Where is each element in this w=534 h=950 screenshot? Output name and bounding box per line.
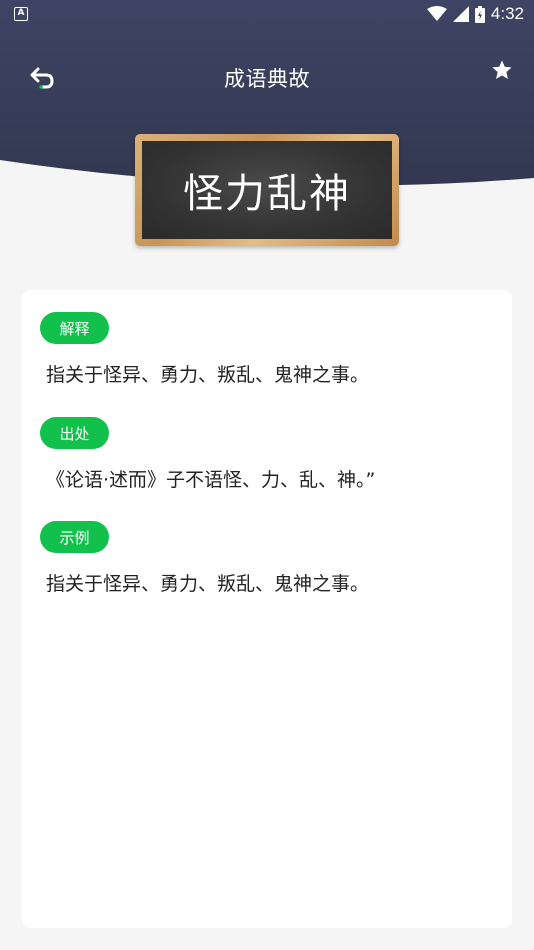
battery-icon [474,5,485,23]
status-indicators: 4:32 [426,4,524,24]
idiom-detail-card: 解释 指关于怪异、勇力、叛乱、鬼神之事。 出处 《论语·述而》子不语怪、力、乱、… [22,290,512,928]
idiom-chalkboard: 怪力乱神 [135,134,399,246]
status-bar: A 4:32 [0,0,534,28]
source-text: 《论语·述而》子不语怪、力、乱、神。” [46,469,376,491]
star-icon [492,60,512,79]
app-notification-icon: A [14,7,28,21]
signal-icon [452,6,469,22]
example-text: 指关于怪异、勇力、叛乱、鬼神之事。 [46,573,370,595]
tag-example: 示例 [40,521,109,553]
wifi-icon [426,6,447,21]
tag-source: 出处 [40,417,109,449]
tag-explanation: 解释 [40,312,109,344]
chalkboard-surface: 怪力乱神 [142,141,392,239]
idiom-word: 怪力乱神 [183,171,351,217]
status-time: 4:32 [490,4,524,23]
page-title: 成语典故 [224,67,310,91]
favorite-button[interactable] [486,54,518,86]
explanation-text: 指关于怪异、勇力、叛乱、鬼神之事。 [46,364,370,386]
